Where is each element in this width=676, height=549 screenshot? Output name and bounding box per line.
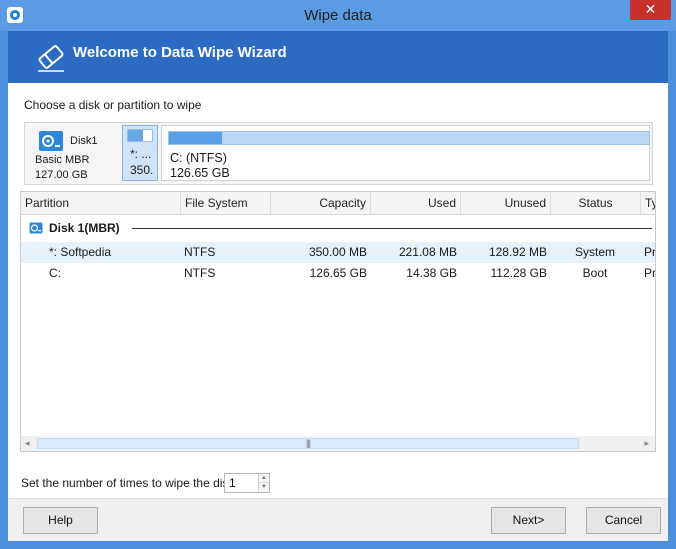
cell-type: Pr (644, 245, 656, 259)
disk-icon (29, 222, 43, 234)
cell-used: 14.38 GB (406, 266, 457, 280)
cell-partition: C: (49, 266, 61, 280)
cell-type: Pr (644, 266, 656, 280)
cell-file-system: NTFS (184, 266, 216, 280)
title-bar[interactable]: Wipe data ✕ (0, 0, 676, 31)
cell-file-system: NTFS (184, 245, 216, 259)
scroll-grip-icon: ||| (306, 438, 311, 448)
partition-size: 126.65 GB (170, 166, 230, 180)
disk-map: Disk1 Basic MBR 127.00 GB *: ... 350. C:… (24, 122, 653, 185)
wipe-times-stepper[interactable]: ▲ ▼ (224, 473, 270, 493)
scrollbar-thumb[interactable]: ||| (37, 438, 579, 449)
cell-capacity: 350.00 MB (308, 245, 367, 259)
table-header: Partition File System Capacity Used Unus… (21, 192, 655, 215)
wizard-footer: Help Next> Cancel (8, 498, 668, 541)
disk-group-row[interactable]: Disk 1(MBR) (21, 219, 655, 239)
help-button[interactable]: Help (23, 507, 98, 534)
column-header-status[interactable]: Status (551, 192, 641, 214)
column-header-used[interactable]: Used (371, 192, 461, 214)
partition-usage-bar (168, 131, 650, 145)
banner-title: Welcome to Data Wipe Wizard (73, 44, 287, 61)
wipe-times-input[interactable] (225, 474, 259, 492)
column-header-unused[interactable]: Unused (461, 192, 551, 214)
cell-partition: *: Softpedia (49, 245, 112, 259)
cell-status: System (574, 245, 615, 259)
window-title: Wipe data (304, 7, 372, 24)
wizard-body: Welcome to Data Wipe Wizard Choose a dis… (8, 31, 668, 541)
table-row[interactable]: C: NTFS 126.65 GB 14.38 GB 112.28 GB Boo… (21, 263, 656, 284)
column-header-partition[interactable]: Partition (21, 192, 181, 214)
cell-unused: 112.28 GB (490, 266, 547, 280)
partition-table: Partition File System Capacity Used Unus… (20, 191, 656, 452)
cell-used: 221.08 MB (398, 245, 457, 259)
disk-info[interactable]: Disk1 Basic MBR 127.00 GB (25, 123, 121, 184)
eraser-icon (38, 45, 64, 72)
spin-up-icon[interactable]: ▲ (258, 474, 269, 483)
partition-label: C: (NTFS) (170, 151, 227, 165)
partition-label: *: ... (130, 147, 152, 161)
scroll-right-icon[interactable]: ▸ (644, 438, 649, 449)
group-divider (132, 228, 652, 229)
table-row[interactable]: *: Softpedia NTFS 350.00 MB 221.08 MB 12… (21, 242, 656, 263)
scroll-left-icon[interactable]: ◂ (25, 438, 30, 449)
hard-disk-icon (39, 131, 63, 151)
disk-type: Basic MBR (35, 154, 90, 166)
cell-status: Boot (582, 266, 608, 280)
disk-group-name: Disk 1(MBR) (49, 221, 120, 235)
close-button[interactable]: ✕ (630, 0, 671, 20)
cell-capacity: 126.65 GB (309, 266, 367, 280)
choose-disk-label: Choose a disk or partition to wipe (24, 98, 202, 112)
cell-unused: 128.92 MB (488, 245, 547, 259)
partition-block-c[interactable]: C: (NTFS) 126.65 GB (161, 125, 650, 181)
partition-usage-bar (127, 129, 153, 142)
wipe-times-label: Set the number of times to wipe the disk… (21, 476, 242, 490)
disk-name: Disk1 (70, 135, 98, 147)
partition-size: 350. (130, 163, 154, 177)
wizard-banner: Welcome to Data Wipe Wizard (8, 31, 668, 83)
disk-size: 127.00 GB (35, 169, 88, 181)
column-header-file-system[interactable]: File System (181, 192, 271, 214)
cancel-button[interactable]: Cancel (586, 507, 661, 534)
next-button[interactable]: Next> (491, 507, 566, 534)
horizontal-scrollbar[interactable]: ◂ ||| ▸ (21, 436, 655, 451)
column-header-capacity[interactable]: Capacity (271, 192, 371, 214)
app-window: Wipe data ✕ Welcome to Data Wipe Wizard … (0, 0, 676, 549)
partition-block-system[interactable]: *: ... 350. (122, 125, 158, 181)
column-header-type[interactable]: Ty (641, 192, 655, 214)
spin-down-icon[interactable]: ▼ (258, 483, 269, 492)
